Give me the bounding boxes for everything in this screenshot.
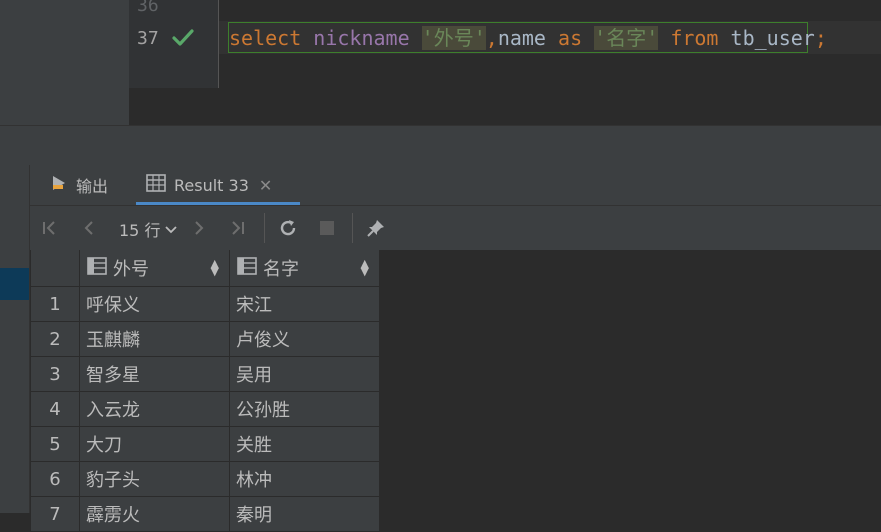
toolbar-divider (264, 213, 265, 243)
row-number: 4 (30, 391, 80, 427)
row-number: 5 (30, 426, 80, 462)
table-cell[interactable]: 公孙胜 (229, 391, 380, 427)
table-row[interactable]: 4 入云龙 公孙胜 (30, 391, 380, 427)
row-number: 3 (30, 356, 80, 392)
toolbar-divider (352, 213, 353, 243)
tab-output-label: 输出 (76, 177, 109, 196)
left-side-panel (0, 0, 129, 125)
sort-icon[interactable]: ▲ ▼ (211, 258, 219, 277)
table-cell[interactable]: 入云龙 (79, 391, 230, 427)
stop-icon[interactable] (317, 218, 337, 238)
sql-comma: , (485, 26, 498, 50)
column-header-label: 外号 (113, 259, 149, 280)
column-header[interactable]: 外号 ▲ ▼ (79, 250, 230, 287)
table-row[interactable]: 1 呼保义 宋江 (30, 286, 380, 322)
table-row[interactable]: 3 智多星 吴用 (30, 356, 380, 392)
table-cell[interactable]: 呼保义 (79, 286, 230, 322)
tool-window-strip (0, 165, 30, 513)
tab-output[interactable]: 输出 (50, 165, 108, 205)
table-cell[interactable]: 玉麒麟 (79, 321, 230, 357)
sql-keyword-as: as (558, 26, 583, 50)
table-cell[interactable]: 霹雳火 (79, 496, 230, 532)
active-tab-indicator (136, 202, 300, 205)
table-cell[interactable]: 卢俊义 (229, 321, 380, 357)
column-header[interactable]: 名字 ▲ ▼ (229, 250, 380, 287)
sql-alias-string: '外号' (421, 26, 486, 50)
tab-result[interactable]: Result 33 ✕ (140, 165, 278, 205)
table-cell[interactable]: 秦明 (229, 496, 380, 532)
row-number: 1 (30, 286, 80, 322)
column-icon (237, 256, 263, 280)
row-number: 7 (30, 496, 80, 532)
sort-icon[interactable]: ▲ ▼ (361, 258, 369, 277)
table-cell[interactable]: 豹子头 (79, 461, 230, 497)
result-table: 外号 ▲ ▼ 名字 ▲ ▼ 1 呼保义 宋江 2 玉麒麟 卢俊义 3 智多星 吴… (30, 250, 380, 532)
sql-column-name: name (497, 26, 546, 50)
first-page-icon[interactable] (40, 218, 60, 238)
table-cell[interactable]: 关胜 (229, 426, 380, 462)
close-icon[interactable]: ✕ (259, 176, 272, 195)
sql-column-nickname: nickname (313, 26, 410, 50)
table-cell[interactable]: 智多星 (79, 356, 230, 392)
editor-empty-area (129, 88, 881, 125)
table-cell[interactable]: 宋江 (229, 286, 380, 322)
sql-table-name: tb_user (730, 26, 815, 50)
tab-result-label: Result 33 (174, 175, 249, 195)
line-number: 36 (137, 0, 159, 16)
refresh-icon[interactable] (278, 218, 298, 238)
table-row[interactable]: 2 玉麒麟 卢俊义 (30, 321, 380, 357)
check-icon[interactable] (172, 28, 194, 48)
line-number: 37 (137, 28, 159, 49)
column-icon (87, 256, 113, 280)
prev-page-icon[interactable] (79, 218, 99, 238)
page-size-dropdown[interactable]: 15 行 (119, 217, 178, 241)
tool-window-selected-indicator[interactable] (0, 268, 29, 300)
column-header-label: 名字 (263, 259, 299, 280)
table-cell[interactable]: 大刀 (79, 426, 230, 462)
chevron-down-icon (164, 220, 178, 239)
row-number-header (30, 250, 80, 287)
sql-semicolon: ; (814, 26, 827, 50)
result-toolbar: 15 行 (30, 206, 881, 250)
pin-icon[interactable] (366, 218, 386, 238)
row-number: 2 (30, 321, 80, 357)
sql-keyword-from: from (670, 26, 719, 50)
output-icon (50, 174, 76, 196)
sql-alias-string: '名字' (594, 26, 659, 50)
last-page-icon[interactable] (227, 218, 247, 238)
page-size-label: 15 行 (119, 221, 161, 240)
row-number: 6 (30, 461, 80, 497)
panel-separator[interactable] (0, 125, 881, 166)
table-cell[interactable]: 吴用 (229, 356, 380, 392)
table-icon (146, 174, 174, 196)
table-row[interactable]: 7 霹雳火 秦明 (30, 496, 380, 532)
sql-statement[interactable]: select nickname '外号',name as '名字' from t… (229, 25, 827, 51)
table-row[interactable]: 6 豹子头 林冲 (30, 461, 380, 497)
services-tabs-bar: 输出 Result 33 ✕ (30, 165, 881, 206)
sql-keyword-select: select (229, 26, 302, 50)
table-row[interactable]: 5 大刀 关胜 (30, 426, 380, 462)
next-page-icon[interactable] (189, 218, 209, 238)
table-cell[interactable]: 林冲 (229, 461, 380, 497)
